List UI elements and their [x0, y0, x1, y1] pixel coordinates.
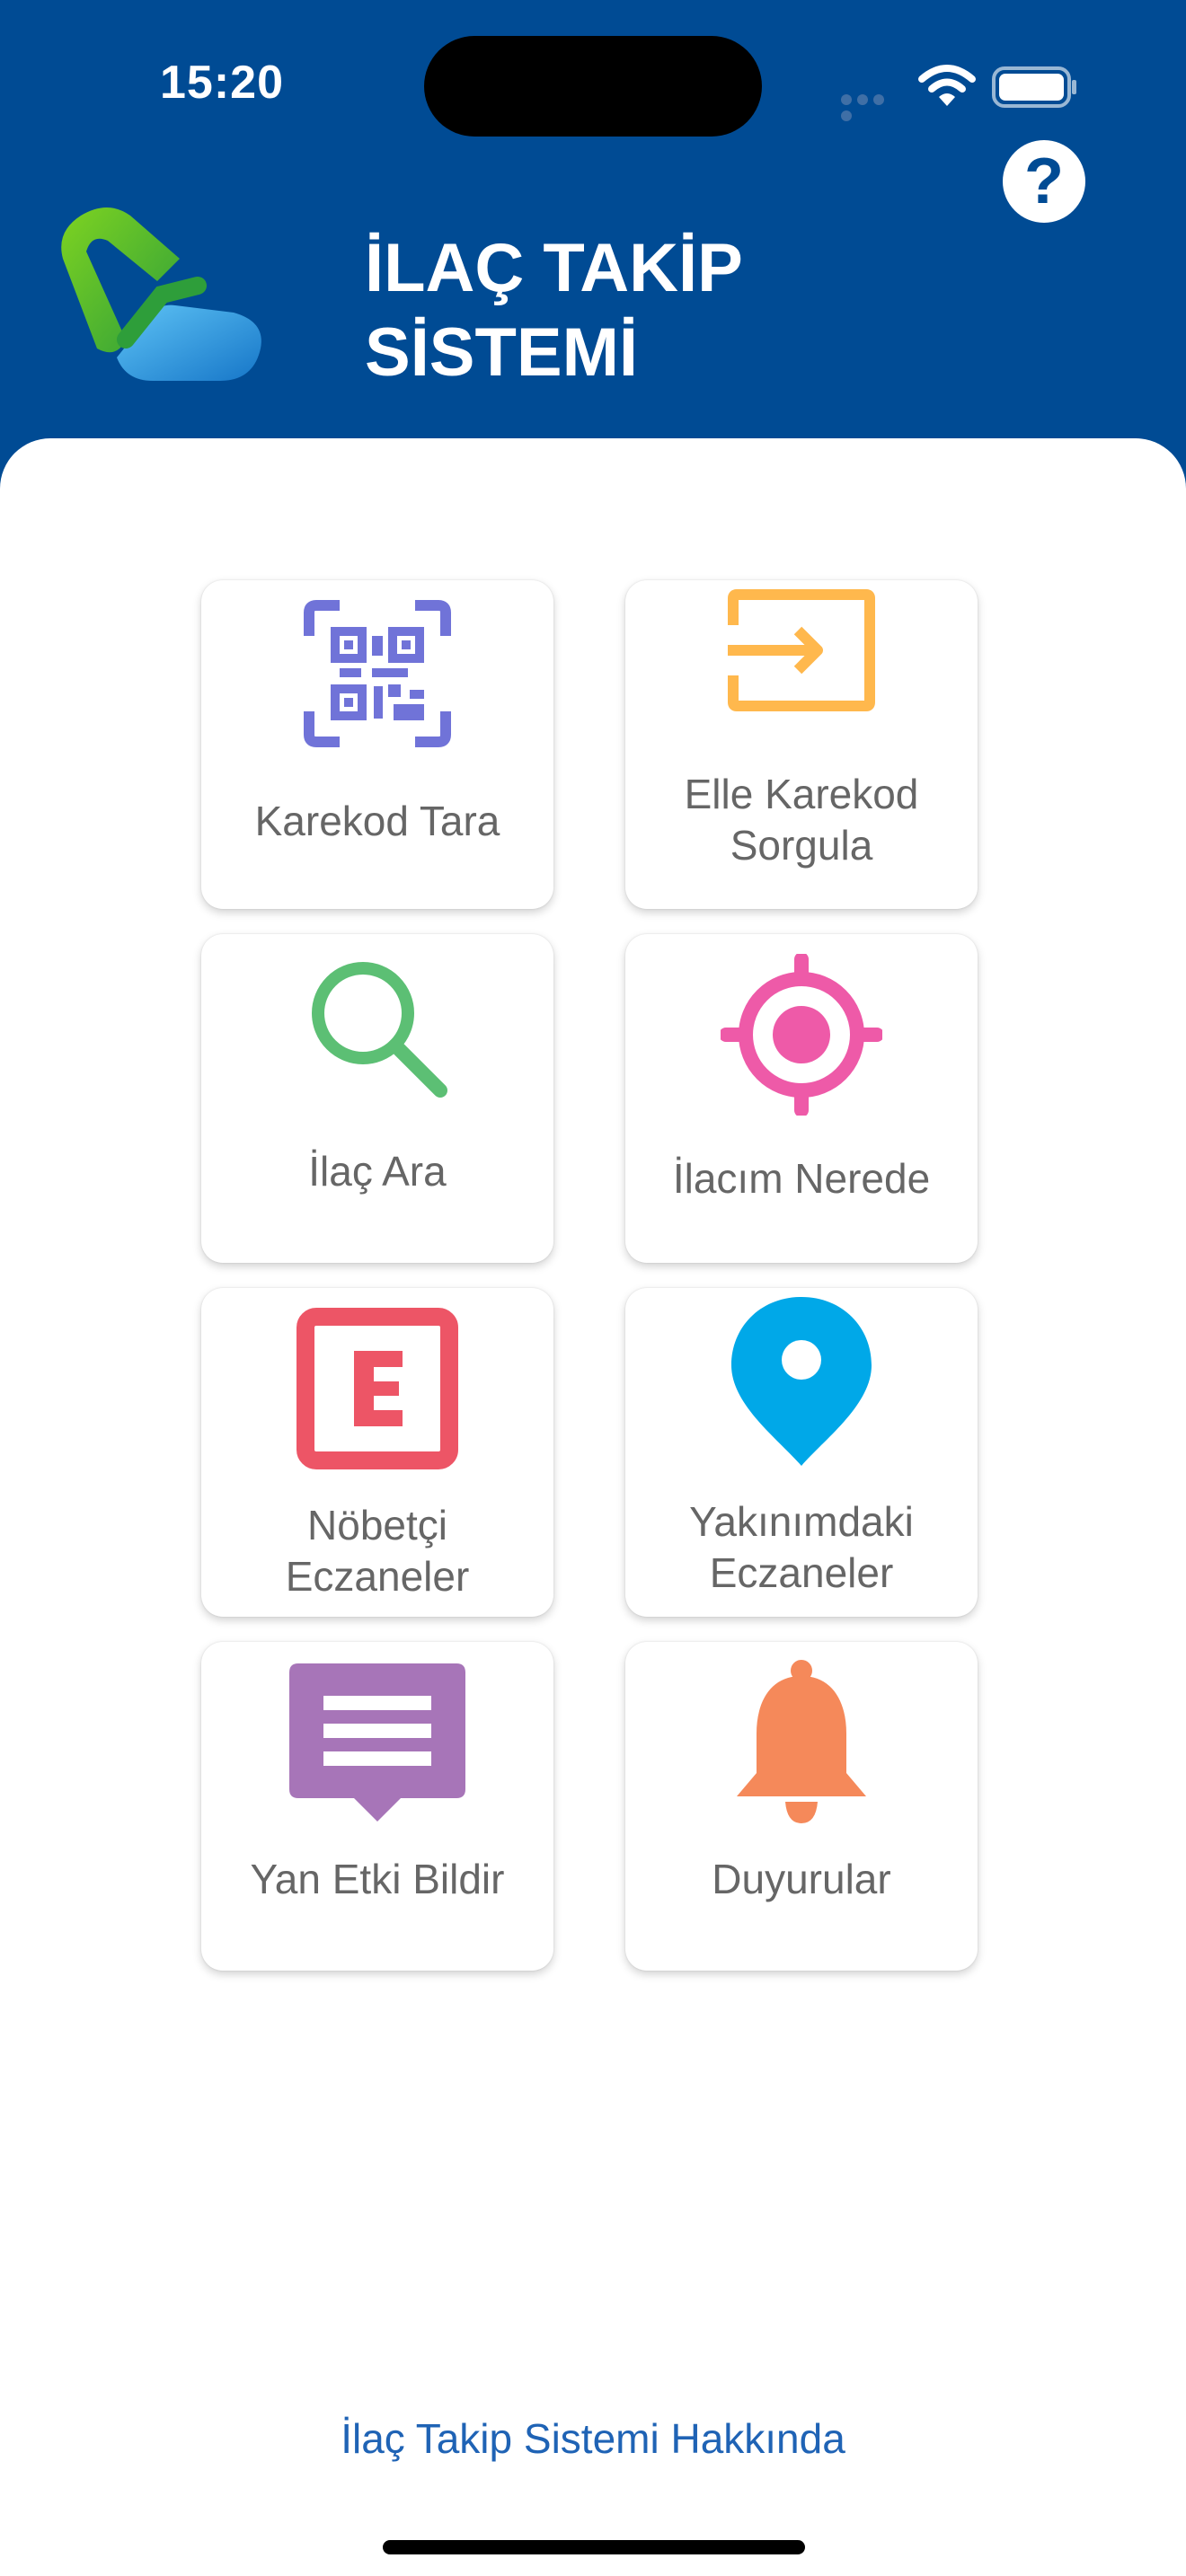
message-icon	[289, 1663, 465, 1822]
tile-label: Nöbetçi Eczaneler	[285, 1502, 470, 1600]
tile-label: İlaç Ara	[308, 1148, 447, 1195]
qr-code-icon	[304, 600, 451, 747]
bell-icon	[737, 1660, 866, 1823]
help-button[interactable]: ?	[1003, 140, 1085, 223]
app-title: İLAÇ TAKİP SİSTEMİ	[365, 226, 940, 395]
wifi-icon	[918, 65, 976, 106]
search-icon	[312, 962, 447, 1098]
dynamic-island	[424, 36, 762, 137]
map-pin-icon	[731, 1297, 872, 1466]
tile-label: Yan Etki Bildir	[250, 1856, 505, 1902]
tile-duyurular[interactable]: Duyurular	[625, 1642, 978, 1971]
tile-yan-etki-bildir[interactable]: Yan Etki Bildir	[201, 1642, 553, 1971]
app-logo-icon	[61, 207, 261, 381]
battery-icon	[992, 66, 1076, 108]
menu-content: Karekod Tara Elle Karekod Sorgula İlaç A…	[0, 438, 1186, 2576]
tile-label: İlacım Nerede	[672, 1155, 931, 1202]
tile-yakinimdaki-eczaneler[interactable]: Yakınımdaki Eczaneler	[625, 1288, 978, 1617]
status-time: 15:20	[160, 57, 284, 109]
tile-label: Elle Karekod Sorgula	[684, 771, 919, 869]
tile-nobetci-eczaneler[interactable]: Nöbetçi Eczaneler	[201, 1288, 553, 1617]
pharmacy-e-icon	[296, 1308, 458, 1469]
tile-ilacim-nerede[interactable]: İlacım Nerede	[625, 934, 978, 1263]
location-target-icon	[721, 954, 882, 1116]
cellular-signal-icon	[841, 93, 902, 121]
tile-label: Karekod Tara	[254, 798, 500, 844]
tile-elle-karekod-sorgula[interactable]: Elle Karekod Sorgula	[625, 580, 978, 909]
app-title-line2: SİSTEMİ	[365, 314, 639, 391]
tile-label: Yakınımdaki Eczaneler	[689, 1498, 914, 1596]
home-indicator	[383, 2540, 805, 2554]
manual-entry-icon	[728, 589, 875, 711]
tile-ilac-ara[interactable]: İlaç Ara	[201, 934, 553, 1263]
app-screen: 15:20 ? İLAÇ TAKİP SİSTEMİ Karekod Tara …	[0, 0, 1186, 2576]
tile-karekod-tara[interactable]: Karekod Tara	[201, 580, 553, 909]
about-link[interactable]: İlaç Takip Sistemi Hakkında	[0, 2414, 1186, 2463]
tile-label: Duyurular	[712, 1856, 891, 1902]
app-title-line1: İLAÇ TAKİP	[365, 230, 743, 306]
